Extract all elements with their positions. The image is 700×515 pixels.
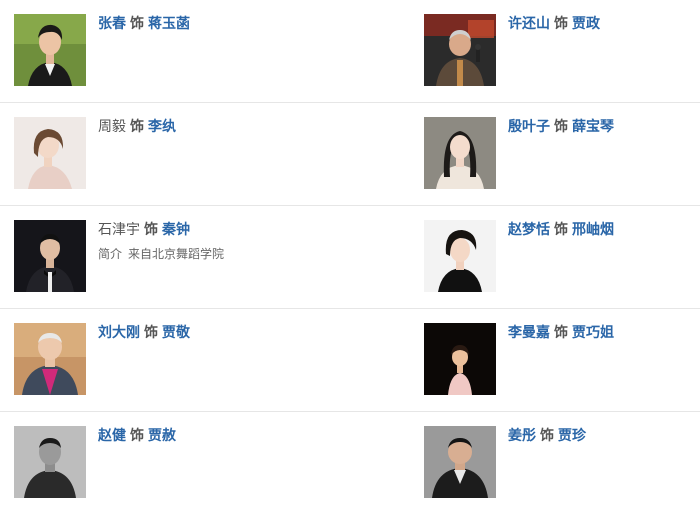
- actor-photo[interactable]: [14, 323, 86, 395]
- role-name[interactable]: 贾巧姐: [572, 325, 614, 341]
- cast-row: 张春饰蒋玉菡 许还山饰贾政: [0, 0, 700, 103]
- cast-card: 姜彤饰贾珍: [424, 412, 700, 514]
- intro-label: 简介: [98, 247, 123, 261]
- cast-card: 刘大刚饰贾敬: [14, 309, 334, 411]
- cast-card: 赵梦恬饰邢岫烟: [424, 206, 700, 308]
- cast-card: 李曼嘉饰贾巧姐: [424, 309, 700, 411]
- cast-card: 殷叶子饰薛宝琴: [424, 103, 700, 205]
- as-label: 饰: [130, 16, 144, 32]
- role-name[interactable]: 贾珍: [558, 428, 586, 444]
- actor-photo[interactable]: [14, 426, 86, 498]
- cast-card: 许还山饰贾政: [424, 0, 700, 102]
- cast-card: 张春饰蒋玉菡: [14, 0, 334, 102]
- actor-photo[interactable]: [424, 220, 496, 292]
- actor-photo[interactable]: [424, 323, 496, 395]
- as-label: 饰: [554, 16, 568, 32]
- actor-name[interactable]: 张春: [98, 16, 126, 32]
- role-name[interactable]: 贾赦: [148, 428, 176, 444]
- actor-name[interactable]: 李曼嘉: [508, 325, 550, 341]
- as-label: 饰: [554, 325, 568, 341]
- actor-intro: 简介 来自北京舞蹈学院: [98, 246, 334, 262]
- cast-card: 赵健饰贾赦: [14, 412, 334, 514]
- actor-photo[interactable]: [424, 117, 496, 189]
- cast-row: 石津宇饰秦钟 简介 来自北京舞蹈学院 赵梦恬饰邢岫烟: [0, 206, 700, 309]
- cast-row: 周毅饰李纨 殷叶子饰薛宝琴: [0, 103, 700, 206]
- as-label: 饰: [130, 428, 144, 444]
- actor-name[interactable]: 许还山: [508, 16, 550, 32]
- role-name[interactable]: 秦钟: [162, 222, 190, 238]
- role-name[interactable]: 蒋玉菡: [148, 16, 190, 32]
- as-label: 饰: [554, 119, 568, 135]
- role-name[interactable]: 李纨: [148, 119, 176, 135]
- actor-name[interactable]: 刘大刚: [98, 325, 140, 341]
- actor-name[interactable]: 殷叶子: [508, 119, 550, 135]
- actor-photo[interactable]: [424, 426, 496, 498]
- cast-card: 石津宇饰秦钟 简介 来自北京舞蹈学院: [14, 206, 334, 308]
- actor-photo[interactable]: [424, 14, 496, 86]
- as-label: 饰: [554, 222, 568, 238]
- cast-list: 张春饰蒋玉菡 许还山饰贾政 周毅 饰 李纨 殷叶子 饰 薛宝琴 石津宇 饰 秦钟…: [0, 0, 700, 510]
- actor-name: 周毅: [98, 119, 126, 135]
- role-name[interactable]: 薛宝琴: [572, 119, 614, 135]
- as-label: 饰: [144, 222, 158, 238]
- role-name[interactable]: 贾敬: [162, 325, 190, 341]
- cast-row: 刘大刚饰贾敬 李曼嘉饰贾巧姐: [0, 309, 700, 412]
- cast-row: 赵健饰贾赦 姜彤饰贾珍: [0, 412, 700, 515]
- actor-photo[interactable]: [14, 14, 86, 86]
- role-name[interactable]: 邢岫烟: [572, 222, 614, 238]
- actor-name: 石津宇: [98, 222, 140, 238]
- as-label: 饰: [130, 119, 144, 135]
- role-name[interactable]: 贾政: [572, 16, 600, 32]
- actor-name[interactable]: 赵梦恬: [508, 222, 550, 238]
- actor-photo[interactable]: [14, 117, 86, 189]
- intro-text: 来自北京舞蹈学院: [128, 247, 225, 261]
- actor-name[interactable]: 姜彤: [508, 428, 536, 444]
- actor-photo[interactable]: [14, 220, 86, 292]
- as-label: 饰: [144, 325, 158, 341]
- cast-card: 周毅饰李纨: [14, 103, 334, 205]
- actor-name[interactable]: 赵健: [98, 428, 126, 444]
- as-label: 饰: [540, 428, 554, 444]
